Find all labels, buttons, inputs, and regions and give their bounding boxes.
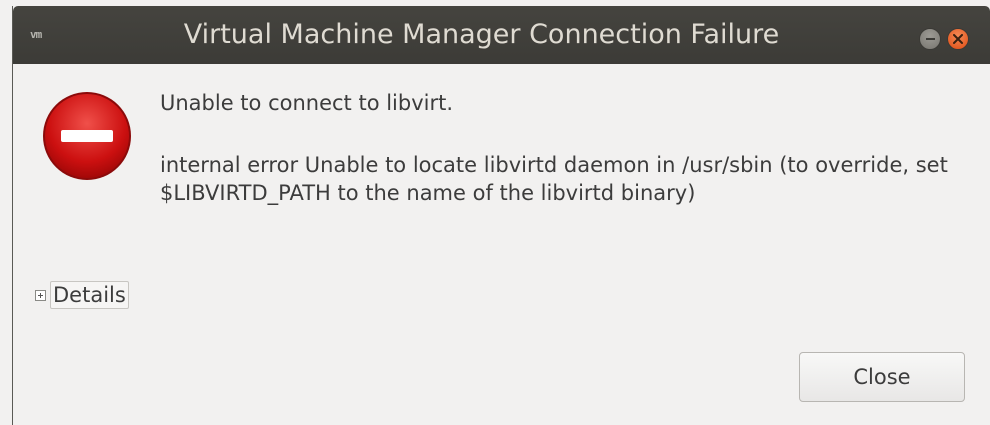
titlebar[interactable]: vm Virtual Machine Manager Connection Fa… <box>13 6 990 64</box>
plus-icon[interactable] <box>35 289 46 301</box>
minimize-icon[interactable] <box>919 28 941 50</box>
primary-message: Unable to connect to libvirt. <box>160 91 454 115</box>
app-icon: vm <box>30 28 42 41</box>
close-button[interactable]: Close <box>799 352 965 402</box>
secondary-message: internal error Unable to locate libvirtd… <box>160 153 948 205</box>
details-label[interactable]: Details <box>50 281 129 309</box>
window-title: Virtual Machine Manager Connection Failu… <box>183 19 780 50</box>
dialog-window: vm Virtual Machine Manager Connection Fa… <box>12 6 990 425</box>
dialog-error-icon <box>41 90 133 182</box>
details-expander[interactable]: Details <box>35 279 129 311</box>
close-icon[interactable] <box>947 28 969 50</box>
